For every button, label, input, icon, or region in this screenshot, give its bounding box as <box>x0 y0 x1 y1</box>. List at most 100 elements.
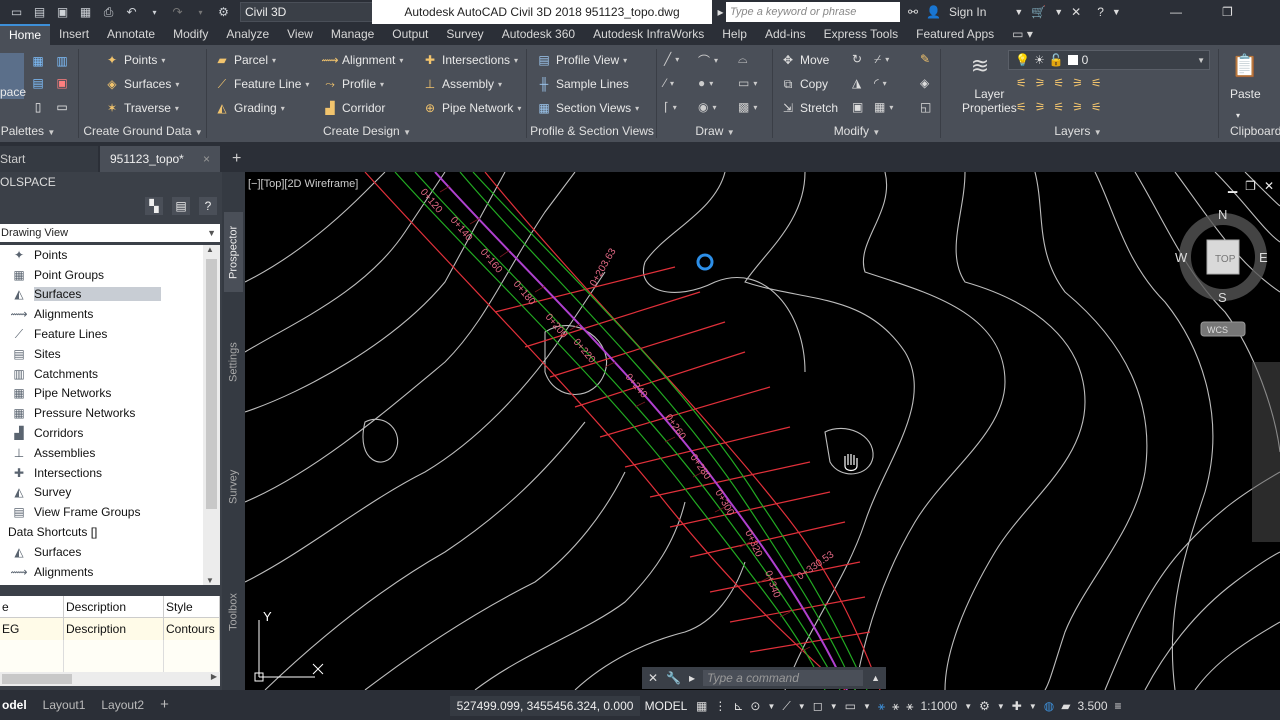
command-prompt-icon[interactable]: ▸ <box>689 671 695 685</box>
tab-survey[interactable]: Survey <box>437 24 492 45</box>
coordinate-readout[interactable]: 527499.099, 3455456.324, 0.000 <box>450 696 640 716</box>
tree-item-alignments[interactable]: ⟿ Alignments <box>0 562 220 582</box>
tab-add-ins[interactable]: Add-ins <box>756 24 815 45</box>
tree-item-survey[interactable]: ◭ Survey <box>0 483 220 503</box>
tree-scrollbar[interactable]: ▲ ▼ <box>203 245 220 585</box>
command-input[interactable]: Type a command <box>703 670 864 686</box>
polar-icon[interactable]: ⊙ <box>750 699 760 713</box>
sign-in-button[interactable]: Sign In <box>949 5 986 19</box>
close-icon[interactable]: ✕ <box>1264 179 1274 193</box>
undo-dropdown-icon[interactable]: ▾ <box>146 4 163 21</box>
array-icon[interactable]: ▦ ▾ <box>874 100 893 114</box>
tree-item-corridors[interactable]: ▟ Corridors <box>0 423 220 443</box>
chevron-down-icon[interactable]: ▼ <box>830 702 838 711</box>
tab-manage[interactable]: Manage <box>322 24 383 45</box>
tab-help[interactable]: Help <box>713 24 756 45</box>
close-icon[interactable]: × <box>203 146 210 172</box>
search-input[interactable]: Type a keyword or phrase <box>726 2 900 22</box>
ground-data-title[interactable]: Create Ground Data ▼ <box>80 121 206 142</box>
customize-icon[interactable]: ≡ <box>1115 699 1122 713</box>
palettes-title[interactable]: Palettes ▼ <box>0 121 58 142</box>
tab-autodesk-360[interactable]: Autodesk 360 <box>493 24 584 45</box>
tab-analyze[interactable]: Analyze <box>217 24 278 45</box>
tab-layout1[interactable]: Layout1 <box>35 694 94 716</box>
annotation-scale-icon[interactable]: ⚹ <box>906 699 913 714</box>
clipboard-title[interactable]: Clipboard <box>1230 121 1280 142</box>
line-icon[interactable]: ╱ ▾ <box>664 52 679 66</box>
draw-title[interactable]: Draw ▼ <box>658 121 772 142</box>
construction-line-icon[interactable]: ⁄ ▾ <box>664 76 674 90</box>
redo-icon[interactable]: ↷ <box>169 4 186 21</box>
isodraft-icon[interactable]: ⟋ <box>782 699 790 714</box>
open-folder-icon[interactable]: ▤ <box>31 4 48 21</box>
paste-button[interactable]: Paste <box>1230 87 1261 101</box>
tab-settings[interactable]: Settings <box>224 317 243 407</box>
print-icon[interactable]: ⎙ <box>100 4 117 21</box>
fillet-icon[interactable]: ◜ ▾ <box>874 76 887 90</box>
alignment-button[interactable]: ⟿ Alignment ▾ <box>321 52 403 68</box>
tree-item-intersections[interactable]: ✚ Intersections <box>0 463 220 483</box>
tree-item-alignments[interactable]: ⟿ Alignments <box>0 304 220 324</box>
offset-icon[interactable]: ◱ <box>920 100 931 114</box>
corridor-button[interactable]: ▟ Corridor <box>322 100 385 116</box>
isolate-objects-icon[interactable]: ◍ <box>1044 699 1054 713</box>
gear-icon[interactable]: ⚙ <box>979 699 990 713</box>
grid-cell-style[interactable]: Contours <box>164 618 220 640</box>
tree-item-point-groups[interactable]: ▦ Point Groups <box>0 265 220 285</box>
redo-dropdown-icon[interactable]: ▾ <box>192 4 209 21</box>
exchange-icon[interactable]: ✕ <box>1071 5 1081 19</box>
tree-item-view-frame-groups[interactable]: ▤ View Frame Groups <box>0 502 220 522</box>
settings-icon[interactable]: ▥ <box>54 53 70 69</box>
modify-title[interactable]: Modify ▼ <box>774 121 940 142</box>
selection-cycling-icon[interactable]: ▭ <box>845 699 856 713</box>
tab-modify[interactable]: Modify <box>164 24 217 45</box>
elevation-value[interactable]: 3.500 <box>1078 699 1108 713</box>
add-layout-button[interactable]: + <box>152 694 177 716</box>
help-icon[interactable]: ? <box>1097 5 1104 19</box>
tree-item-catchments[interactable]: ▥ Catchments <box>0 364 220 384</box>
annotation-visibility-icon[interactable]: ⚹ <box>878 699 885 714</box>
trim-icon[interactable]: ⌿ ▾ <box>874 52 889 67</box>
sample-lines-button[interactable]: ╫ Sample Lines <box>536 76 629 92</box>
tree-item-feature-lines[interactable]: ⟋ Feature Lines <box>0 324 220 344</box>
maximize-icon[interactable]: ❐ <box>1245 179 1256 193</box>
chevron-up-icon[interactable]: ▲ <box>871 673 880 683</box>
chevron-down-icon[interactable]: ▼ <box>863 702 871 711</box>
chevron-down-icon[interactable]: ▼ <box>798 702 806 711</box>
maximize-icon[interactable]: ❐ <box>1222 5 1233 19</box>
properties-icon[interactable]: ▯ <box>30 99 46 115</box>
chevron-down-icon[interactable]: ▾ <box>1236 111 1240 120</box>
grading-button[interactable]: ◭ Grading ▾ <box>214 100 284 116</box>
pipe-network-button[interactable]: ⊕ Pipe Network ▾ <box>422 100 521 116</box>
grid-header-description[interactable]: Description <box>64 596 164 618</box>
tree-item-sites[interactable]: ▤ Sites <box>0 344 220 364</box>
chevron-down-icon[interactable]: ▼ <box>1014 7 1023 17</box>
section-views-button[interactable]: ▦ Section Views ▾ <box>536 100 639 116</box>
ellipse-icon[interactable]: ◉ ▾ <box>698 100 717 114</box>
design-center-icon[interactable]: ▭ <box>54 99 70 115</box>
paste-icon[interactable]: 📋 <box>1230 51 1260 81</box>
compass-east[interactable]: E <box>1259 250 1268 265</box>
tree-item-assemblies[interactable]: ⊥ Assemblies <box>0 443 220 463</box>
help-icon[interactable]: ? <box>199 197 217 215</box>
drawing-canvas[interactable]: 0+120 0+140 0+160 0+180 0+200 0+203.63 0+220 0+… <box>245 172 1280 690</box>
survey-icon[interactable]: ▤ <box>30 75 46 91</box>
explode-icon[interactable]: ◈ <box>920 76 929 90</box>
spline-icon[interactable]: ⌈ ▾ <box>664 100 677 114</box>
chevron-down-icon[interactable]: ▼ <box>997 702 1005 711</box>
ortho-icon[interactable]: ⊾ <box>733 699 743 713</box>
tree-item-points[interactable]: ✦ Points <box>0 245 220 265</box>
close-icon[interactable]: ✕ <box>648 671 658 685</box>
tab-autodesk-infraworks[interactable]: Autodesk InfraWorks <box>584 24 713 45</box>
tab-layout2[interactable]: Layout2 <box>93 694 152 716</box>
tab-toolbox[interactable]: Toolbox <box>224 577 243 647</box>
profile-button[interactable]: ⤳ Profile ▾ <box>322 76 384 92</box>
circle-icon[interactable]: ● ▾ <box>698 76 713 90</box>
tab-express-tools[interactable]: Express Tools <box>815 24 907 45</box>
gear-icon[interactable]: ⚙ <box>215 4 232 21</box>
tab-home[interactable]: Home <box>0 24 51 45</box>
viewcube-top[interactable]: TOP <box>1215 254 1236 265</box>
feature-line-button[interactable]: ⟋ Feature Line ▾ <box>214 76 310 92</box>
tree-item-pipe-networks[interactable]: ▦ Pipe Networks <box>0 384 220 404</box>
undo-icon[interactable]: ↶ <box>123 4 140 21</box>
